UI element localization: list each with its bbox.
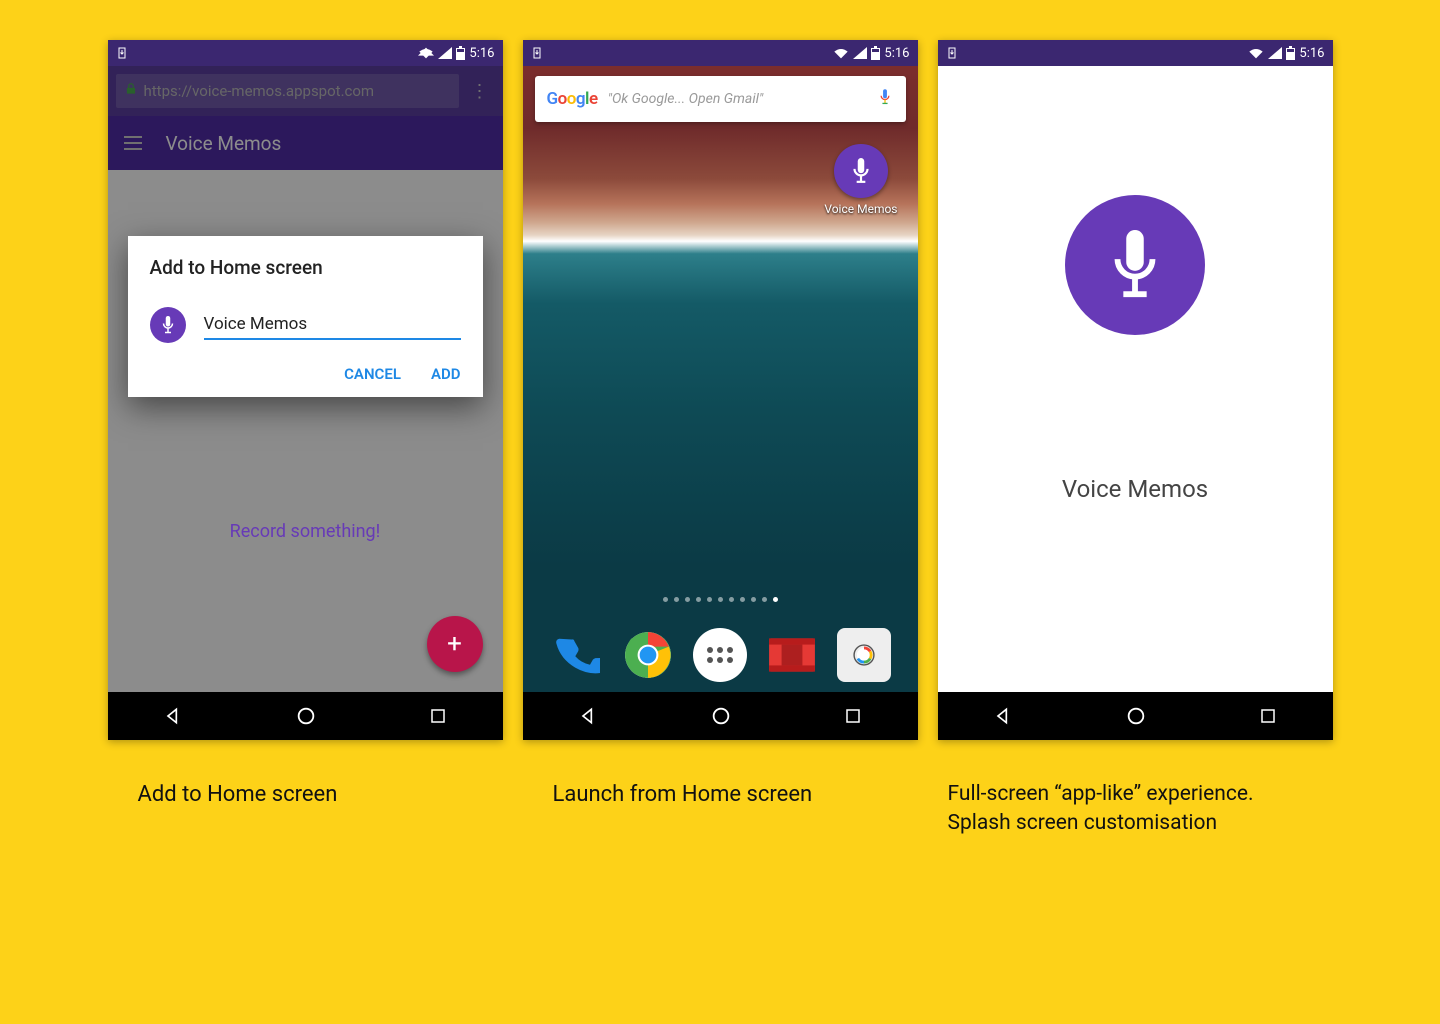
battery-icon — [1286, 46, 1295, 60]
phone-add-to-home: 5:16 https://voice-memos.appspot.com ⋮ V… — [108, 40, 503, 740]
caption-3: Full-screen “app-like” experience. Splas… — [938, 780, 1333, 839]
wifi-icon — [1248, 47, 1264, 59]
cancel-button[interactable]: CANCEL — [344, 365, 401, 383]
status-time: 5:16 — [469, 46, 494, 61]
page-indicator — [523, 597, 918, 602]
signal-icon — [1268, 47, 1282, 59]
add-to-home-dialog: Add to Home screen Voice Memos CANCEL AD… — [128, 236, 483, 397]
add-button[interactable]: ADD — [431, 365, 461, 383]
signal-icon — [853, 47, 867, 59]
shortcut-label: Voice Memos — [824, 202, 897, 216]
status-time: 5:16 — [884, 46, 909, 61]
microphone-icon — [150, 307, 186, 343]
phone-home-screen: 5:16 Google "Ok Google... Open Gmail" Vo… — [523, 40, 918, 740]
download-icon — [946, 47, 958, 59]
google-logo: Google — [547, 89, 598, 109]
back-icon[interactable] — [578, 706, 598, 726]
android-nav-bar — [523, 692, 918, 740]
empty-state-text: Record something! — [108, 521, 503, 542]
battery-icon — [456, 46, 465, 60]
wifi-icon — [418, 47, 434, 59]
microphone-icon[interactable] — [876, 88, 894, 110]
phone-app-icon[interactable] — [549, 628, 603, 682]
android-nav-bar — [938, 692, 1333, 740]
caption-3-line2: Splash screen customisation — [948, 809, 1333, 838]
recents-icon[interactable] — [429, 707, 447, 725]
status-bar: 5:16 — [108, 40, 503, 66]
home-icon[interactable] — [295, 705, 317, 727]
status-time: 5:16 — [1299, 46, 1324, 61]
caption-1: Add to Home screen — [108, 780, 503, 811]
back-icon[interactable] — [163, 706, 183, 726]
google-search-bar[interactable]: Google "Ok Google... Open Gmail" — [535, 76, 906, 122]
caption-2: Launch from Home screen — [523, 780, 918, 811]
fab-add-button[interactable]: + — [427, 616, 483, 672]
battery-icon — [871, 46, 880, 60]
recents-icon[interactable] — [1259, 707, 1277, 725]
shortcut-name-input[interactable]: Voice Memos — [204, 310, 461, 340]
back-icon[interactable] — [993, 706, 1013, 726]
status-bar: 5:16 — [523, 40, 918, 66]
download-icon — [116, 47, 128, 59]
microphone-icon — [1065, 195, 1205, 335]
splash-app-name: Voice Memos — [1062, 475, 1208, 503]
home-icon[interactable] — [1125, 705, 1147, 727]
caption-3-line1: Full-screen “app-like” experience. — [948, 780, 1333, 809]
chrome-app-icon[interactable] — [621, 628, 675, 682]
status-bar: 5:16 — [938, 40, 1333, 66]
signal-icon — [438, 47, 452, 59]
camera-app-icon[interactable] — [837, 628, 891, 682]
android-nav-bar — [108, 692, 503, 740]
dialog-title: Add to Home screen — [150, 256, 461, 279]
app-drawer-icon[interactable] — [693, 628, 747, 682]
recents-icon[interactable] — [844, 707, 862, 725]
microphone-icon — [834, 144, 888, 198]
phone-splash-screen: 5:16 Voice Memos — [938, 40, 1333, 740]
voice-memos-shortcut[interactable]: Voice Memos — [824, 144, 897, 216]
home-icon[interactable] — [710, 705, 732, 727]
download-icon — [531, 47, 543, 59]
dock — [523, 628, 918, 682]
video-app-icon[interactable] — [765, 628, 819, 682]
search-hint: "Ok Google... Open Gmail" — [608, 91, 866, 107]
wifi-icon — [833, 47, 849, 59]
